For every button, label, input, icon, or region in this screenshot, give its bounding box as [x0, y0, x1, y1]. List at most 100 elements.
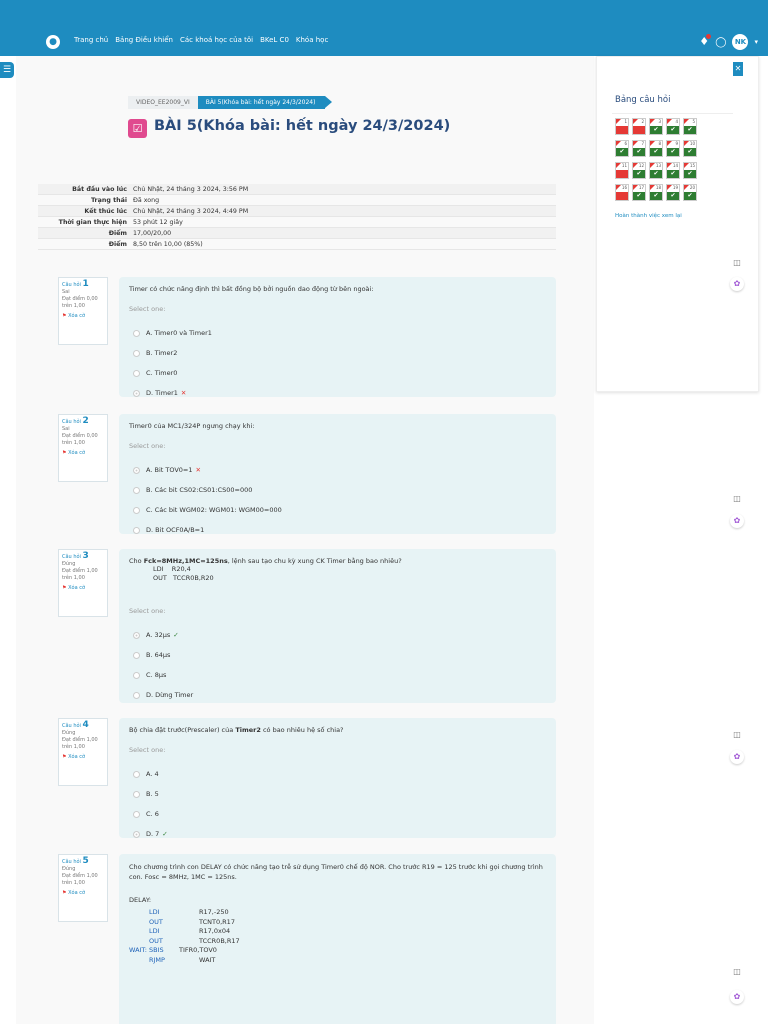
- course-index-toggle-button[interactable]: ☰: [0, 62, 14, 78]
- quiz-nav-button[interactable]: 9 ✔: [666, 140, 680, 157]
- quiz-nav-button[interactable]: 19 ✔: [666, 184, 680, 201]
- quiz-nav-button[interactable]: 8 ✔: [649, 140, 663, 157]
- select-one-label: Select one:: [129, 442, 166, 450]
- answer-option[interactable]: B. 64μs: [129, 645, 546, 665]
- quiz-nav-button[interactable]: 20 ✔: [683, 184, 697, 201]
- answer-option[interactable]: A. 32μs ✓: [129, 625, 546, 645]
- drawer-toggle-icon[interactable]: ◫: [730, 492, 744, 506]
- ai-assistant-icon[interactable]: ✿: [730, 514, 744, 528]
- radio-button[interactable]: [133, 369, 140, 377]
- radio-button-selected[interactable]: [133, 830, 140, 838]
- question-outof: trên 1,00: [62, 575, 85, 581]
- radio-button[interactable]: [133, 790, 140, 798]
- summary-row: Điểm 17,00/20,00: [38, 227, 556, 239]
- quiz-nav-button[interactable]: 11: [615, 162, 629, 179]
- nav-courses[interactable]: Khóa học: [296, 36, 328, 44]
- summary-key: Trạng thái: [38, 194, 130, 206]
- remove-flag-button[interactable]: ⚑ Xóa cờ: [62, 313, 104, 320]
- radio-button-selected[interactable]: [133, 631, 140, 639]
- quiz-nav-button[interactable]: 16: [615, 184, 629, 201]
- ai-assistant-icon[interactable]: ✿: [730, 277, 744, 291]
- answer-option[interactable]: D. Bit OCF0A/B=1: [129, 520, 546, 540]
- nav-bkel[interactable]: BKeL C0: [260, 36, 289, 44]
- radio-button-selected[interactable]: [133, 466, 140, 474]
- quiz-nav-button[interactable]: 17 ✔: [632, 184, 646, 201]
- answer-option[interactable]: C. Timer0: [129, 363, 546, 383]
- summary-key: Điểm: [38, 238, 130, 250]
- summary-row: Bắt đầu vào lúc Chủ Nhật, 24 tháng 3 2024…: [38, 184, 556, 195]
- radio-button[interactable]: [133, 329, 140, 337]
- question-outof: trên 1,00: [62, 303, 85, 309]
- answer-option[interactable]: D. Timer1 ✕: [129, 383, 546, 403]
- answer-option[interactable]: A. Timer0 và Timer1: [129, 323, 546, 343]
- radio-button[interactable]: [133, 691, 140, 699]
- radio-button[interactable]: [133, 810, 140, 818]
- quiz-nav-number: 17: [638, 185, 644, 190]
- flag-corner-icon: [616, 185, 621, 190]
- radio-button[interactable]: [133, 526, 140, 534]
- ai-assistant-icon[interactable]: ✿: [730, 750, 744, 764]
- answer-option[interactable]: C. 6: [129, 804, 546, 824]
- flag-corner-icon: [684, 163, 689, 168]
- radio-button[interactable]: [133, 671, 140, 679]
- drawer-toggle-icon[interactable]: ◫: [730, 728, 744, 742]
- quiz-nav-button[interactable]: 1: [615, 118, 629, 135]
- finish-review-link[interactable]: Hoàn thành việc xem lại: [615, 213, 682, 219]
- drawer-toggle-icon[interactable]: ◫: [730, 256, 744, 270]
- nav-dashboard[interactable]: Bảng Điều khiển: [115, 36, 173, 44]
- radio-button[interactable]: [133, 506, 140, 514]
- quiz-nav-button[interactable]: 10 ✔: [683, 140, 697, 157]
- quiz-nav-button[interactable]: 13 ✔: [649, 162, 663, 179]
- radio-button[interactable]: [133, 349, 140, 357]
- quiz-nav-button[interactable]: 12 ✔: [632, 162, 646, 179]
- quiz-nav-button[interactable]: 3 ✔: [649, 118, 663, 135]
- radio-button[interactable]: [133, 651, 140, 659]
- quiz-nav-button[interactable]: 15 ✔: [683, 162, 697, 179]
- remove-flag-button[interactable]: ⚑ Xóa cờ: [62, 585, 104, 592]
- site-logo-icon[interactable]: ●: [46, 35, 60, 49]
- flag-label: Xóa cờ: [68, 313, 86, 319]
- remove-flag-button[interactable]: ⚑ Xóa cờ: [62, 890, 104, 897]
- quiz-nav-button[interactable]: 6 ✔: [615, 140, 629, 157]
- quiz-nav-button[interactable]: 7 ✔: [632, 140, 646, 157]
- nav-my-courses[interactable]: Các khoá học của tôi: [180, 36, 253, 44]
- answer-option[interactable]: C. Các bit WGM02: WGM01: WGM00=000: [129, 500, 546, 520]
- chat-icon[interactable]: ◯: [715, 37, 726, 48]
- user-menu-chevron-down-icon[interactable]: ▾: [754, 38, 758, 46]
- ai-assistant-icon[interactable]: ✿: [730, 990, 744, 1004]
- radio-button[interactable]: [133, 486, 140, 494]
- nav-home[interactable]: Trang chủ: [74, 36, 108, 44]
- quiz-nav-button[interactable]: 2: [632, 118, 646, 135]
- quiz-nav-button[interactable]: 18 ✔: [649, 184, 663, 201]
- flag-corner-icon: [684, 185, 689, 190]
- answer-option[interactable]: D. 7 ✓: [129, 824, 546, 844]
- answer-option[interactable]: A. 4: [129, 764, 546, 784]
- quiz-nav-button[interactable]: 14 ✔: [666, 162, 680, 179]
- close-drawer-button[interactable]: ✕: [733, 62, 743, 76]
- correct-icon: ✔: [667, 126, 679, 134]
- question-text: Cho chương trình con DELAY có chức năng …: [129, 863, 543, 881]
- code-op: LDI: [149, 927, 160, 935]
- drawer-toggle-icon[interactable]: ◫: [730, 965, 744, 979]
- radio-button[interactable]: [133, 770, 140, 778]
- answer-option[interactable]: B. 5: [129, 784, 546, 804]
- option-text: 4: [154, 770, 159, 778]
- breadcrumb-course[interactable]: VIDEO_EE2009_VI: [128, 96, 198, 109]
- radio-button-selected[interactable]: [133, 389, 140, 397]
- code-label-cell: WAIT:: [129, 946, 147, 954]
- answer-option[interactable]: C. 8μs: [129, 665, 546, 685]
- answer-option[interactable]: B. Các bit CS02:CS01:CS00=000: [129, 480, 546, 500]
- quiz-nav-button[interactable]: 5 ✔: [683, 118, 697, 135]
- answer-option[interactable]: D. Dừng Timer: [129, 685, 546, 705]
- answer-option[interactable]: A. Bit TOV0=1 ✕: [129, 460, 546, 480]
- quiz-nav-button[interactable]: 4 ✔: [666, 118, 680, 135]
- answer-option[interactable]: B. Timer2: [129, 343, 546, 363]
- remove-flag-button[interactable]: ⚑ Xóa cờ: [62, 754, 104, 761]
- breadcrumb-quiz[interactable]: BÀI 5(Khóa bài: hết ngày 24/3/2024): [197, 96, 333, 109]
- option-text: Timer2: [154, 349, 178, 357]
- notification-bell-icon[interactable]: ♦: [699, 34, 712, 48]
- incorrect-icon: ✕: [180, 389, 187, 397]
- avatar[interactable]: NK: [732, 34, 749, 50]
- flag-corner-icon: [616, 119, 621, 124]
- remove-flag-button[interactable]: ⚑ Xóa cờ: [62, 450, 104, 457]
